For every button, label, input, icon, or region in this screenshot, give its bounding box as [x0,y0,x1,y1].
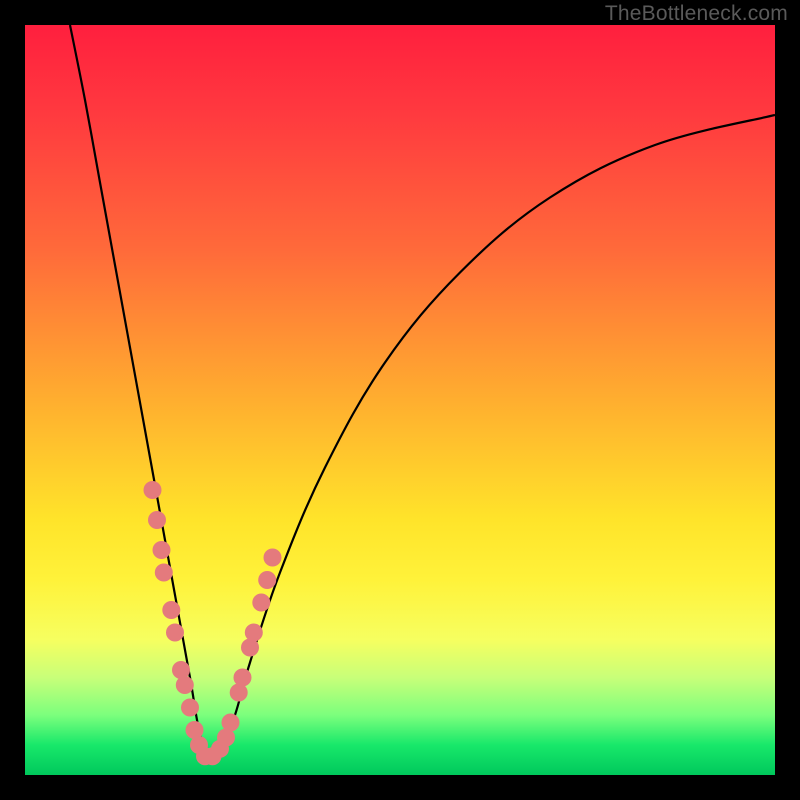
bottleneck-curve [70,25,775,760]
bead-marker [234,669,252,687]
watermark-text: TheBottleneck.com [605,2,788,26]
bead-marker [155,564,173,582]
bead-marker [144,481,162,499]
bead-marker [153,541,171,559]
bead-marker [258,571,276,589]
bead-marker [162,601,180,619]
bead-marker [172,661,190,679]
bead-marker [264,549,282,567]
bead-marker [241,639,259,657]
curve-svg [25,25,775,775]
bead-marker [230,684,248,702]
bead-marker [252,594,270,612]
bead-marker [148,511,166,529]
bead-marker [176,676,194,694]
bead-marker [166,624,184,642]
outer-frame: TheBottleneck.com [0,0,800,800]
bead-marker [222,714,240,732]
bead-marker [181,699,199,717]
plot-area [25,25,775,775]
bead-marker [245,624,263,642]
bead-group [144,481,282,765]
